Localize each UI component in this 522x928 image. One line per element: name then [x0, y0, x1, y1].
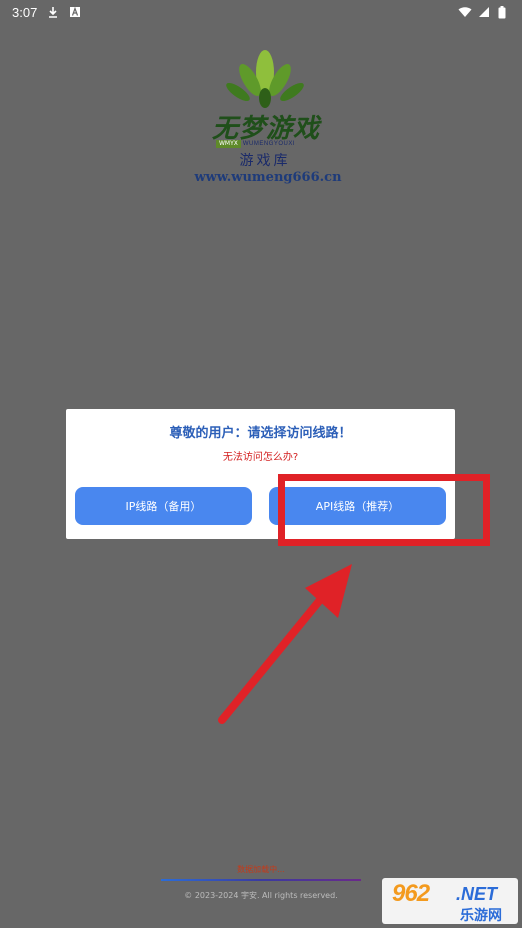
signal-icon	[478, 6, 490, 18]
download-icon	[47, 6, 59, 18]
logo-url: www.wumeng666.cn	[194, 170, 342, 185]
font-a-icon	[69, 6, 81, 18]
watermark-suffix: .NET	[456, 884, 498, 904]
logo-strip-badge: WMYX	[216, 140, 241, 148]
app-logo: 无梦游戏 WMYX WUMENGYOUXI 游戏库 www.wumeng666.…	[190, 50, 342, 190]
logo-strip-text: WUMENGYOUXI	[242, 141, 296, 147]
dialog-title: 尊敬的用户：请选择访问线路！	[169, 426, 352, 441]
highlight-box	[278, 474, 490, 546]
ip-route-button[interactable]: IP线路（备用）	[75, 487, 252, 525]
status-bar: 3:07	[0, 0, 522, 24]
red-arrow-icon	[218, 564, 352, 724]
watermark-number: 962	[392, 880, 430, 907]
help-link[interactable]: 无法访问怎么办?	[66, 448, 455, 463]
status-time: 3:07	[12, 4, 38, 20]
loading-progress-bar	[161, 879, 361, 881]
leaf-icon	[226, 50, 304, 108]
site-watermark: 962 .NET 乐游网	[382, 878, 518, 924]
battery-icon	[498, 6, 510, 19]
logo-strip: WMYX WUMENGYOUXI	[216, 140, 295, 148]
logo-subtitle: 游戏库	[239, 153, 291, 169]
watermark-text: 乐游网	[460, 908, 502, 924]
loading-text: 数据加载中...	[237, 865, 285, 874]
wifi-icon	[458, 6, 472, 18]
